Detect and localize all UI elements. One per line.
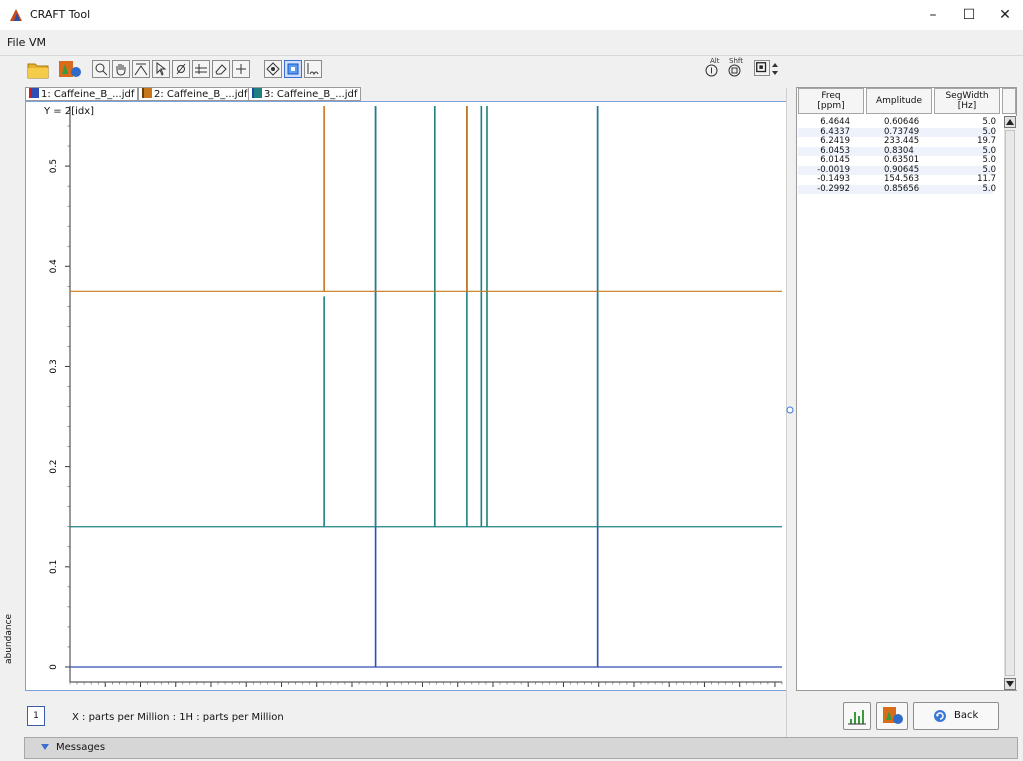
- tab-caffeine-1[interactable]: 1: Caffeine_B_...jdf: [25, 87, 139, 101]
- view-mode-icon[interactable]: [754, 60, 770, 76]
- back-refresh-icon: [934, 710, 946, 722]
- diamond-tool-icon[interactable]: [264, 60, 282, 78]
- scroll-down-icon[interactable]: [1004, 678, 1016, 690]
- scroll-thumb[interactable]: [1005, 130, 1015, 676]
- x-axis-label: X : parts per Million : 1H : parts per M…: [72, 712, 284, 723]
- table-row[interactable]: 6.4644 0.60646 5.0: [798, 117, 996, 127]
- y-axis-label-box: abundance: [0, 614, 46, 680]
- messages-panel[interactable]: [24, 737, 1018, 759]
- amplitude-cell: 0.60646: [884, 117, 920, 127]
- phase-icon[interactable]: [172, 60, 190, 78]
- select-cursor-icon[interactable]: [152, 60, 170, 78]
- amplitude-cell: 154.563: [884, 174, 920, 184]
- baseline-icon[interactable]: [192, 60, 210, 78]
- tab-caffeine-3[interactable]: 3: Caffeine_B_...jdf: [248, 87, 362, 101]
- menu-vm[interactable]: VM: [29, 36, 46, 49]
- segwidth-cell: 5.0: [982, 183, 996, 194]
- table-row[interactable]: 6.2419 233.445 19.7: [798, 136, 996, 146]
- craft-app-icon: [8, 7, 24, 23]
- y-tick-label: 0: [49, 664, 59, 670]
- y-tick-label: 0.2: [49, 459, 59, 473]
- y-tick-label: 0.3: [49, 359, 59, 373]
- peak-chart-button[interactable]: [843, 702, 871, 730]
- table-row[interactable]: -0.2992 0.85656 5.0: [798, 183, 996, 194]
- column-header-segwidth[interactable]: SegWidth [Hz]: [934, 88, 1000, 114]
- menu-separator: [0, 55, 1023, 56]
- segwidth-cell: 11.7: [977, 174, 996, 184]
- add-cursor-icon[interactable]: [232, 60, 250, 78]
- tab-caffeine-2[interactable]: 2: Caffeine_B_...jdf: [138, 87, 252, 101]
- tab-label: 1: Caffeine_B_...jdf: [41, 89, 135, 100]
- y-axis-label: abundance: [4, 613, 14, 664]
- split-divider[interactable]: [786, 88, 787, 748]
- freq-cell: 6.0145: [820, 155, 850, 165]
- messages-label: Messages: [56, 742, 106, 753]
- amplitude-cell: 0.63501: [884, 155, 920, 165]
- freq-cell: -0.1493: [817, 174, 850, 184]
- eraser-icon[interactable]: [212, 60, 230, 78]
- column-header-amplitude[interactable]: Amplitude: [866, 88, 932, 114]
- peak-chart-icon: [848, 710, 866, 725]
- export-spectrum-button[interactable]: [876, 702, 908, 730]
- column-header-freq[interactable]: Freq [ppm]: [798, 88, 864, 114]
- segwidth-cell: 5.0: [982, 155, 996, 165]
- freq-cell: 6.4644: [820, 117, 850, 127]
- y-tick-label: 0.5: [49, 159, 59, 173]
- amplitude-cell: 0.85656: [884, 183, 920, 194]
- page-indicator[interactable]: 1: [27, 706, 45, 726]
- load-spectrum-icon[interactable]: [58, 58, 82, 80]
- open-folder-icon[interactable]: [27, 58, 49, 80]
- view-mode-dropdown-icon[interactable]: [771, 62, 779, 76]
- amplitude-cell: 233.445: [884, 136, 920, 146]
- table-row[interactable]: -0.1493 154.563 11.7: [798, 174, 996, 184]
- y-tick-label: 0.4: [49, 259, 59, 274]
- menu-file[interactable]: File: [7, 36, 25, 49]
- pan-hand-icon[interactable]: [112, 60, 130, 78]
- back-button-label: Back: [954, 710, 979, 721]
- scroll-up-icon[interactable]: [1004, 116, 1016, 128]
- spectrum-plot[interactable]: 14.013.012.011.010.09.08.07.06.05.04.03.…: [25, 101, 787, 691]
- freq-cell: -0.2992: [817, 183, 850, 194]
- back-button[interactable]: Back: [913, 702, 999, 730]
- segwidth-cell: 5.0: [982, 117, 996, 127]
- spectrum-plot-svg[interactable]: 14.013.012.011.010.09.08.07.06.05.04.03.…: [26, 102, 788, 692]
- region-select-icon[interactable]: [284, 60, 302, 78]
- window-title: CRAFT Tool: [30, 8, 91, 21]
- freq-cell: 6.2419: [820, 136, 850, 146]
- segwidth-cell: 19.7: [977, 136, 996, 146]
- label-peaks-icon[interactable]: [304, 60, 322, 78]
- shift-key-icon[interactable]: [728, 64, 741, 77]
- column-header-extra: [1002, 88, 1016, 114]
- splitter-handle-icon[interactable]: [786, 404, 794, 414]
- title-bar: [0, 0, 1023, 30]
- close-button[interactable]: ✕: [982, 0, 1023, 30]
- tab-label: 3: Caffeine_B_...jdf: [264, 89, 358, 100]
- expand-triangle-icon[interactable]: [40, 742, 50, 752]
- table-row[interactable]: 6.0145 0.63501 5.0: [798, 155, 996, 165]
- y-formula: Y = 2[idx]: [44, 106, 95, 117]
- peak-zoom-icon[interactable]: [132, 60, 150, 78]
- y-tick-label: 0.1: [49, 560, 59, 574]
- tab-label: 2: Caffeine_B_...jdf: [154, 89, 248, 100]
- zoom-icon[interactable]: [92, 60, 110, 78]
- export-spectrum-icon: [883, 707, 903, 724]
- alt-key-icon[interactable]: [705, 64, 718, 77]
